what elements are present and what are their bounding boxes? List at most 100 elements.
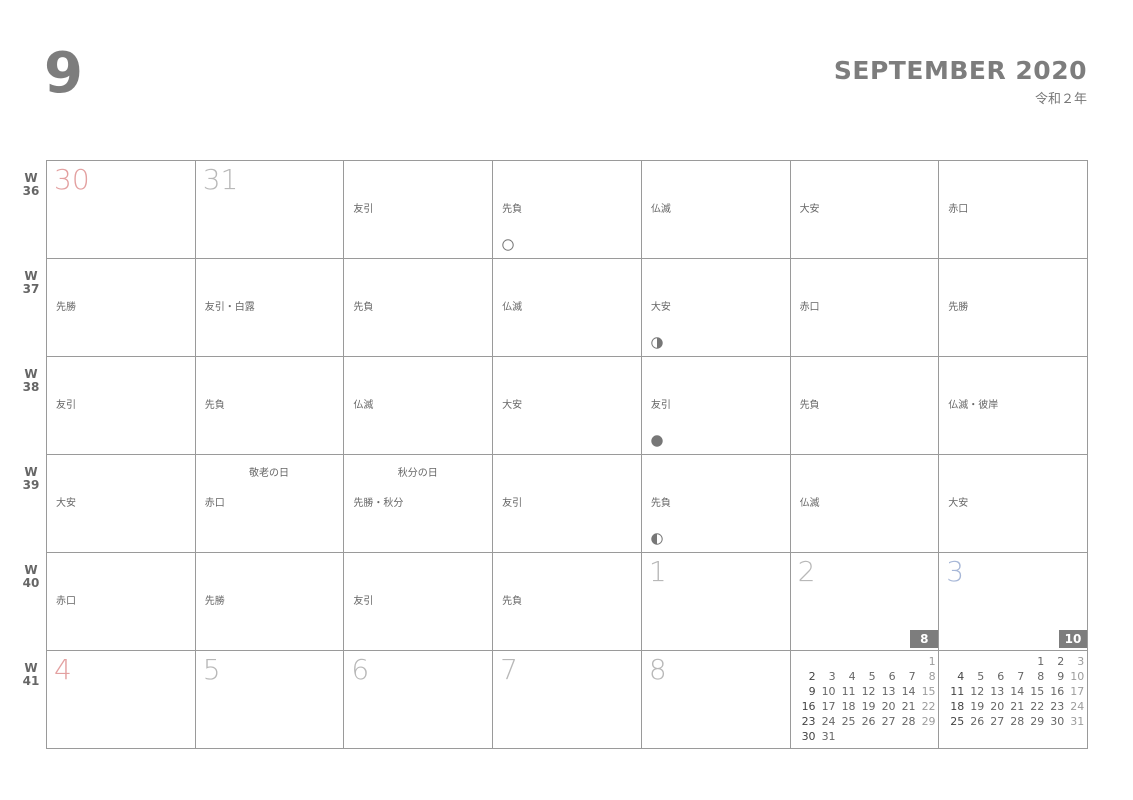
rokuyo-label: 赤口 <box>948 204 969 215</box>
day-cell[interactable]: 先勝 <box>938 258 1088 357</box>
day-cell[interactable]: 先負 <box>343 258 494 357</box>
rokuyo-label: 大安 <box>650 302 671 313</box>
month-title: SEPTEMBER 2020 <box>833 56 1087 85</box>
day-cell[interactable]: 仏滅・彼岸 <box>938 356 1088 455</box>
mini-calendar-row: 2345678 <box>796 669 936 684</box>
day-cell[interactable]: 友引 <box>343 160 494 259</box>
day-cell[interactable]: 大安 <box>46 454 196 553</box>
day-cell[interactable]: 31 <box>194 160 345 259</box>
day-cell[interactable]: 5 <box>194 650 345 749</box>
mini-calendar-day <box>896 729 916 744</box>
mini-calendar-day: 31 <box>1070 715 1085 728</box>
rokuyo-label: 大安 <box>799 204 820 215</box>
day-cell[interactable]: 1 <box>640 552 791 651</box>
day-cell[interactable]: 4 <box>46 650 196 749</box>
day-cell[interactable]: 仏滅 <box>343 356 494 455</box>
day-number: 8 <box>648 653 667 686</box>
week-number-label: W 36 <box>20 172 42 198</box>
day-cell[interactable]: 7 <box>492 650 642 749</box>
week-number: 38 <box>22 380 40 394</box>
calendar-grid: 30 31 友引 先負 仏滅 大安 赤口 先勝 友引・白露 先負 仏滅 大安 赤口 先勝 友引 先負 仏滅 大安友… <box>46 160 1088 749</box>
day-cell[interactable]: 大安 <box>640 258 791 357</box>
day-cell[interactable]: 先負 <box>789 356 940 455</box>
rokuyo-label: 仏滅 <box>650 204 671 215</box>
week-number: 39 <box>22 478 40 492</box>
mini-calendar-day: 7 <box>908 670 916 683</box>
mini-calendar-day: 26 <box>970 715 985 728</box>
mini-calendar-row: 30 31 <box>796 729 936 744</box>
rokuyo-label: 先負 <box>502 204 523 215</box>
day-cell[interactable]: 6 <box>343 650 494 749</box>
mini-calendar-day <box>876 654 896 669</box>
mini-month-badge: 10 <box>1058 630 1087 648</box>
day-cell[interactable]: 先勝 <box>46 258 196 357</box>
rokuyo-label: 先勝・秋分 <box>353 498 404 509</box>
day-cell[interactable]: 28 <box>789 552 940 651</box>
full-moon-icon <box>502 236 514 251</box>
holiday-name: 秋分の日 <box>397 468 438 479</box>
mini-calendar-day: 19 <box>970 700 985 713</box>
rokuyo-label: 先負 <box>799 400 820 411</box>
mini-calendar-day: 15 <box>1030 685 1045 698</box>
mini-calendar-day: 14 <box>1010 685 1025 698</box>
day-cell[interactable]: 30 <box>46 160 196 259</box>
day-cell[interactable]: 友引 <box>343 552 494 651</box>
day-cell[interactable]: 大安 <box>492 356 642 455</box>
day-cell[interactable]: 赤口 <box>789 258 940 357</box>
mini-calendar-day <box>836 654 856 669</box>
day-cell[interactable]: 仏滅 <box>492 258 642 357</box>
mini-calendar-row: 23 24 25 26 27 28 29 <box>796 714 936 729</box>
mini-calendar-day <box>796 654 816 669</box>
rokuyo-label: 友引 <box>650 400 671 411</box>
mini-calendar-day: 22 <box>1030 700 1045 713</box>
day-cell[interactable]: 大安 <box>938 454 1088 553</box>
week-number: 37 <box>22 282 40 296</box>
day-cell[interactable]: 先負 <box>194 356 345 455</box>
mini-calendar-day: 23 <box>1050 700 1065 713</box>
mini-calendar-day <box>964 654 984 669</box>
rokuyo-label: 先負 <box>502 596 523 607</box>
day-cell[interactable]: 友引・白露 <box>194 258 345 357</box>
day-cell[interactable]: 赤口 <box>938 160 1088 259</box>
day-cell[interactable]: 8 <box>640 650 791 749</box>
mini-calendar-day: 17 <box>821 700 836 713</box>
day-cell[interactable]: 友引 <box>640 356 791 455</box>
day-cell[interactable]: 先負 <box>640 454 791 553</box>
week-number-label: W 41 <box>20 662 42 688</box>
mini-calendar-day: 30 <box>801 730 816 743</box>
mini-calendar-day: 20 <box>990 700 1005 713</box>
mini-calendar-row: 9 10 11 12 13 14 15 <box>796 684 936 699</box>
rokuyo-label: 友引・白露 <box>204 302 255 313</box>
mini-calendar-day <box>856 729 876 744</box>
day-cell[interactable]: 先勝 <box>194 552 345 651</box>
day-cell[interactable]: 友引 <box>46 356 196 455</box>
day-number: 6 <box>351 653 370 686</box>
mini-calendar-day: 11 <box>841 685 856 698</box>
day-cell[interactable]: 大安 <box>789 160 940 259</box>
day-cell[interactable]: 仏滅 <box>640 160 791 259</box>
mini-calendar-row: 4 5 6 7 8 9 10 <box>944 669 1084 684</box>
day-cell[interactable]: 秋分の日先勝・秋分 <box>343 454 494 553</box>
rokuyo-label: 先勝 <box>204 596 225 607</box>
day-number: 3 <box>946 555 965 588</box>
new-moon-icon <box>651 432 663 447</box>
mini-calendar-day: 31 <box>821 730 836 743</box>
mini-calendar-day: 8 <box>1037 670 1045 683</box>
day-cell[interactable]: 仏滅 <box>789 454 940 553</box>
mini-calendar-day: 4 <box>848 670 856 683</box>
rokuyo-label: 大安 <box>502 400 523 411</box>
day-cell[interactable]: 先負 <box>492 160 642 259</box>
day-cell[interactable]: 友引 <box>492 454 642 553</box>
mini-calendar-day: 4 <box>957 670 965 683</box>
mini-month-badge: 8 <box>910 630 939 648</box>
day-cell[interactable]: 先負 <box>492 552 642 651</box>
mini-calendar-day: 28 <box>901 715 916 728</box>
day-cell[interactable]: 1 2 3 4 5 6 7 8 9 10 11 12 13 14 15 16 17 18 19 20 21 22 23 24 2… <box>938 650 1088 749</box>
mini-calendar-august: 1 2 3 4 5 6 7 8 9 10 11 12 13 14 15 16 17 18 19 20 21 22 23 24 2… <box>796 654 936 744</box>
day-cell[interactable]: 敬老の日 赤口 <box>194 454 345 553</box>
mini-calendar-day: 10 <box>1070 670 1085 683</box>
day-cell[interactable]: 3 10 <box>938 552 1088 651</box>
day-cell[interactable]: 1 2 3 4 5 6 7 8 9 10 11 12 13 14 15 16 17 18 19 20 21 22 23 24 2… <box>789 650 940 749</box>
day-cell[interactable]: 赤口 <box>46 552 196 651</box>
rokuyo-label: 赤口 <box>799 302 820 313</box>
